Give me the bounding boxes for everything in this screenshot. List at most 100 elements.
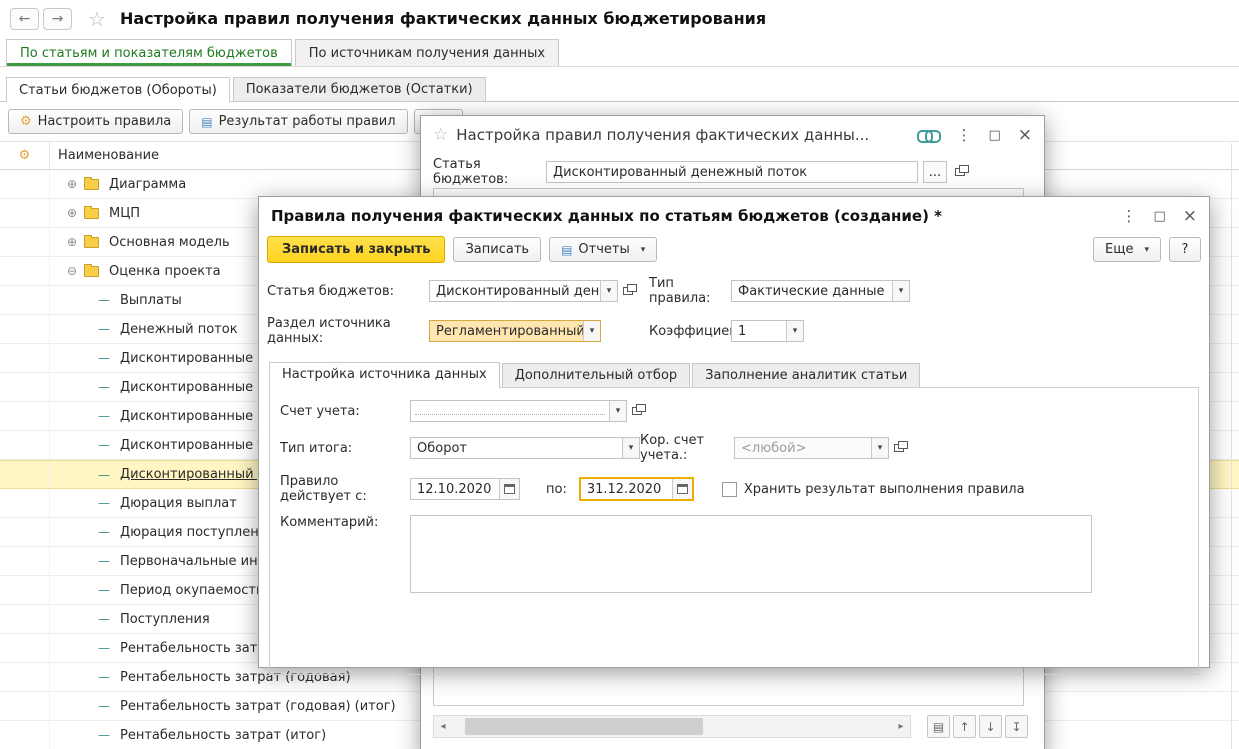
nav-last-button[interactable]: ↧ — [1005, 715, 1028, 738]
collapse-icon[interactable]: ⊖ — [64, 264, 80, 278]
tab-by-data-sources[interactable]: По источникам получения данных — [294, 39, 560, 66]
total-type-select[interactable]: Оборот ▾ — [410, 437, 640, 459]
horizontal-scrollbar[interactable]: ◂ ▸ — [433, 715, 911, 738]
total-type-label: Тип итога: — [280, 440, 353, 456]
row-icon-column — [0, 576, 50, 604]
reports-label: Отчеты — [578, 242, 630, 257]
tab-additional-filter[interactable]: Дополнительный отбор — [501, 363, 691, 387]
corr-account-label: Кор. счет учета.: — [640, 433, 705, 463]
dropdown-button[interactable]: ▾ — [609, 401, 626, 421]
budget-item-input[interactable]: Дисконтированный денежный поток — [546, 161, 918, 183]
window-maximize-icon[interactable]: □ — [1153, 209, 1165, 224]
expand-icon[interactable]: ⊕ — [64, 177, 80, 191]
tree-item-label: Оценка проекта — [109, 263, 221, 279]
window-close-icon[interactable]: × — [1183, 206, 1197, 226]
rule-type-select[interactable]: Фактические данные ▾ — [731, 280, 910, 302]
calendar-button[interactable] — [499, 479, 519, 499]
save-close-button[interactable]: Записать и закрыть — [267, 236, 446, 263]
chevron-down-icon: ▾ — [640, 244, 646, 255]
reports-button[interactable]: ▤ Отчеты ▾ — [549, 237, 658, 262]
dialog-title-bar: ☆ Настройка правил получения фактических… — [421, 116, 1044, 151]
nav-down-button[interactable]: ↓ — [979, 715, 1002, 738]
tab-analytics-fill[interactable]: Заполнение аналитик статьи — [692, 363, 921, 387]
source-section-select[interactable]: Регламентированный уче ▾ — [429, 320, 601, 342]
tree-item-label: МЦП — [109, 205, 141, 221]
column-header-name[interactable]: Наименование — [50, 142, 159, 169]
gear-icon: ⚙ — [20, 114, 32, 129]
tree-item-label: Денежный поток — [120, 321, 238, 337]
open-button[interactable] — [618, 280, 638, 302]
corr-account-select[interactable]: <любой> ▾ — [734, 437, 889, 459]
dropdown-button[interactable]: ▾ — [600, 281, 617, 301]
link-icon[interactable] — [917, 129, 942, 143]
nav-first-button[interactable]: ▤ — [927, 715, 950, 738]
tree-item-label: Период окупаемости — [120, 582, 265, 598]
tab-budget-items-turnovers[interactable]: Статьи бюджетов (Обороты) — [6, 77, 230, 102]
calendar-button[interactable] — [671, 479, 692, 499]
header-gear-icon[interactable]: ⚙ — [0, 142, 50, 169]
open-button[interactable] — [889, 437, 909, 459]
item-icon: — — [98, 496, 110, 510]
tab-source-settings[interactable]: Настройка источника данных — [269, 362, 500, 388]
coefficient-select[interactable]: 1 ▾ — [731, 320, 804, 342]
store-result-checkbox[interactable] — [721, 481, 737, 497]
scroll-left-button[interactable]: ◂ — [434, 716, 452, 737]
more-button[interactable]: Еще ▾ — [1093, 237, 1161, 262]
save-button[interactable]: Записать — [453, 237, 542, 262]
dropdown-button[interactable]: ▾ — [622, 438, 639, 458]
dropdown-button[interactable]: ▾ — [786, 321, 803, 341]
top-bar: ← → ☆ Настройка правил получения фактиче… — [0, 0, 1239, 37]
comment-textarea[interactable] — [410, 515, 1092, 593]
folder-icon — [84, 234, 99, 248]
budget-item-input[interactable]: Дисконтированный денеж ▾ — [429, 280, 618, 302]
dropdown-button[interactable]: ▾ — [583, 321, 600, 341]
item-icon: — — [98, 728, 110, 742]
item-icon: — — [98, 525, 110, 539]
nav-up-button[interactable]: ↑ — [953, 715, 976, 738]
window-close-icon[interactable]: × — [1018, 125, 1032, 145]
period-from-input[interactable]: 12.10.2020 — [410, 478, 520, 500]
tab-by-items-and-indicators[interactable]: По статьям и показателям бюджетов — [6, 39, 292, 66]
window-maximize-icon[interactable]: □ — [988, 128, 1000, 143]
open-button[interactable] — [627, 400, 647, 422]
account-input[interactable]: ▾ — [410, 400, 627, 422]
expand-icon[interactable]: ⊕ — [64, 235, 80, 249]
report-icon: ▤ — [561, 242, 573, 257]
scrollbar-thumb[interactable] — [465, 718, 703, 735]
help-button[interactable]: ? — [1169, 237, 1201, 262]
tree-item-label: Дисконтированные по — [120, 408, 274, 424]
configure-rules-button[interactable]: ⚙ Настроить правила — [8, 109, 184, 134]
rule-type-label: Тип правила: — [649, 276, 711, 306]
tree-item-label: Дюрация поступлений — [120, 524, 276, 540]
item-icon: — — [98, 583, 110, 597]
form-row-period: Правило действует с: 12.10.2020 по: 31.1… — [280, 474, 1188, 504]
form-row-account: Счет учета: ▾ — [280, 400, 1188, 422]
report-icon: ▤ — [201, 114, 213, 129]
back-button[interactable]: ← — [10, 7, 39, 30]
dialog-title: Правила получения фактических данных по … — [271, 207, 942, 225]
account-label: Счет учета: — [280, 403, 360, 419]
dropdown-button[interactable]: ▾ — [871, 438, 888, 458]
forward-button[interactable]: → — [43, 7, 72, 30]
period-to-input[interactable]: 31.12.2020 — [578, 477, 694, 501]
window-menu-icon[interactable]: ⋮ — [1121, 207, 1136, 225]
tree-item-label: Рентабельность затрат (годовая) (итог) — [120, 698, 396, 714]
budget-item-label: Статья бюджетов: — [267, 283, 395, 299]
dropdown-button[interactable]: ▾ — [892, 281, 909, 301]
expand-icon[interactable]: ⊕ — [64, 206, 80, 220]
favorite-star-icon[interactable]: ☆ — [88, 7, 106, 31]
form-row-source-section: Раздел источника данных: Регламентирован… — [259, 311, 1209, 351]
scroll-right-button[interactable]: ▸ — [892, 716, 910, 737]
star-icon[interactable]: ☆ — [433, 125, 448, 145]
row-icon-column — [0, 634, 50, 662]
rules-result-button[interactable]: ▤ Результат работы правил — [189, 109, 408, 134]
tree-item-label: Дисконтированный де — [120, 467, 275, 482]
tab-budget-indicators-balances[interactable]: Показатели бюджетов (Остатки) — [232, 77, 486, 101]
form-row-comment: Комментарий: — [280, 515, 1188, 593]
item-icon: — — [98, 380, 110, 394]
scrollbar-track[interactable] — [452, 716, 892, 737]
application-window: ← → ☆ Настройка правил получения фактиче… — [0, 0, 1239, 749]
window-menu-icon[interactable]: ⋮ — [956, 126, 971, 144]
open-button[interactable] — [950, 161, 970, 183]
choose-button[interactable]: ... — [923, 161, 947, 183]
